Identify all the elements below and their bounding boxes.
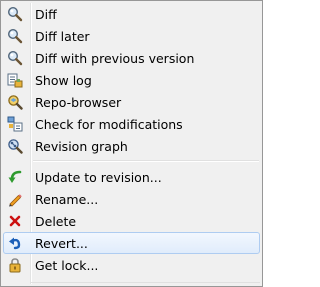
magnifier-icon	[7, 6, 23, 22]
log-icon	[7, 72, 23, 88]
menu-item-repo-browser[interactable]: Repo-browser	[3, 91, 260, 113]
menu-item-rename[interactable]: Rename...	[3, 188, 260, 210]
menu-item-label: Diff	[35, 7, 57, 22]
menu-item-revision-graph[interactable]: Revision graph	[3, 135, 260, 157]
update-arrow-icon	[7, 169, 23, 185]
menu-item-label: Repo-browser	[35, 95, 122, 110]
delete-x-icon	[7, 213, 23, 229]
menu-item-delete[interactable]: Delete	[3, 210, 260, 232]
pencil-icon	[7, 191, 23, 207]
menu-item-revert[interactable]: Revert...	[3, 232, 260, 254]
menu-item-diff[interactable]: Diff	[3, 3, 260, 25]
revert-arrow-icon	[7, 235, 23, 251]
revision-graph-icon	[7, 138, 23, 154]
repo-browser-icon	[7, 94, 23, 110]
menu-item-label: Show log	[35, 73, 92, 88]
menu-separator	[3, 157, 260, 166]
menu-item-label: Revert...	[35, 236, 88, 251]
menu-item-show-log[interactable]: Show log	[3, 69, 260, 91]
menu-item-get-lock[interactable]: Get lock...	[3, 254, 260, 276]
menu-item-diff-with-previous-version[interactable]: Diff with previous version	[3, 47, 260, 69]
menu-item-update-to-revision[interactable]: Update to revision...	[3, 166, 260, 188]
menu-bottom-separator	[30, 282, 260, 283]
menu-item-label: Diff with previous version	[35, 51, 195, 66]
menu-item-label: Revision graph	[35, 139, 128, 154]
padlock-icon	[7, 257, 23, 273]
menu-items: Diff Diff later Diff with previous versi…	[3, 3, 260, 276]
menu-item-label: Delete	[35, 214, 77, 229]
menu-item-label: Check for modifications	[35, 117, 183, 132]
magnifier-icon	[7, 50, 23, 66]
magnifier-icon	[7, 28, 23, 44]
menu-item-diff-later[interactable]: Diff later	[3, 25, 260, 47]
menu-item-label: Diff later	[35, 29, 90, 44]
menu-item-label: Update to revision...	[35, 170, 162, 185]
context-menu: Diff Diff later Diff with previous versi…	[0, 0, 263, 287]
menu-item-check-for-modifications[interactable]: Check for modifications	[3, 113, 260, 135]
check-modifications-icon	[7, 116, 23, 132]
menu-item-label: Rename...	[35, 192, 99, 207]
menu-item-label: Get lock...	[35, 258, 99, 273]
